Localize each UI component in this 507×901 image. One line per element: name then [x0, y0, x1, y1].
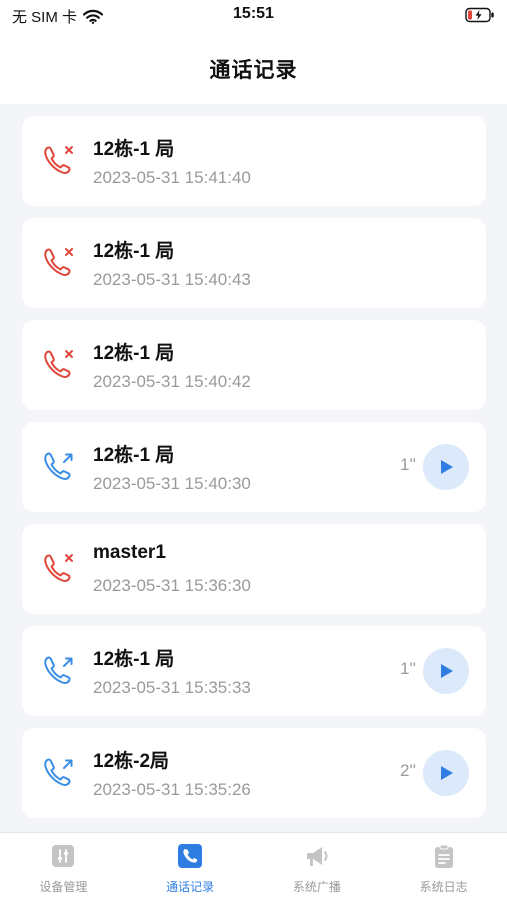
call-duration: 2'': [400, 761, 416, 780]
call-contact-name: master1: [93, 542, 166, 563]
tab-system-log[interactable]: 系统日志: [380, 833, 507, 901]
missed-call-icon: [44, 350, 73, 378]
call-log-list: 12栋-1 局 2023-05-31 15:41:40 12栋-1 局 2023-05…: [22, 116, 486, 830]
missed-call-icon: [44, 248, 73, 276]
tab-label: 系统日志: [419, 880, 468, 894]
call-contact-name: 12栋-1 局: [93, 139, 175, 160]
call-duration: 1'': [400, 659, 416, 678]
play-recording-button[interactable]: [423, 648, 469, 694]
play-recording-button[interactable]: [423, 750, 469, 796]
missed-call-icon: [44, 146, 73, 174]
tab-bar: 设备管理 通话记录 系统广播 系统日志: [0, 832, 507, 901]
play-icon: [441, 664, 453, 678]
tab-broadcast[interactable]: 系统广播: [254, 833, 381, 901]
call-record-item[interactable]: 12栋-1 局 2023-05-31 15:40:30 1'': [22, 422, 486, 512]
tab-label: 通话记录: [166, 880, 215, 894]
page-title: 通话记录: [209, 59, 298, 82]
tab-label: 设备管理: [39, 880, 88, 894]
call-record-item[interactable]: 12栋-1 局 2023-05-31 15:41:40: [22, 116, 486, 206]
call-timestamp: 2023-05-31 15:41:40: [93, 168, 251, 187]
call-contact-name: 12栋-2局: [93, 751, 170, 772]
play-icon: [441, 460, 453, 474]
system-log-icon: [434, 844, 453, 868]
call-timestamp: 2023-05-31 15:35:33: [93, 678, 251, 697]
call-contact-name: 12栋-1 局: [93, 445, 175, 466]
outgoing-call-icon: [44, 452, 73, 480]
outgoing-call-icon: [44, 656, 73, 684]
call-timestamp: 2023-05-31 15:40:42: [93, 372, 251, 391]
outgoing-call-icon: [44, 758, 73, 786]
call-record-item[interactable]: 12栋-2局 2023-05-31 15:35:26 2'': [22, 728, 486, 818]
play-recording-button[interactable]: [423, 444, 469, 490]
call-record-item[interactable]: 12栋-1 局 2023-05-31 15:40:42: [22, 320, 486, 410]
call-timestamp: 2023-05-31 15:35:26: [93, 780, 251, 799]
tab-label: 系统广播: [292, 880, 341, 894]
call-log-icon: [178, 844, 203, 868]
broadcast-icon: [306, 847, 328, 866]
call-record-item[interactable]: 12栋-1 局 2023-05-31 15:40:43: [22, 218, 486, 308]
battery-icon: [465, 7, 495, 28]
call-duration: 1'': [400, 455, 416, 474]
call-contact-name: 12栋-1 局: [93, 649, 175, 670]
status-bar: 无 SIM 卡 15:51: [0, 0, 507, 34]
call-timestamp: 2023-05-31 15:40:30: [93, 474, 251, 493]
nav-bar: 通话记录: [0, 34, 507, 104]
call-contact-name: 12栋-1 局: [93, 343, 175, 364]
call-timestamp: 2023-05-31 15:40:43: [93, 270, 251, 289]
call-record-item[interactable]: master1 2023-05-31 15:36:30: [22, 524, 486, 614]
status-time: 15:51: [233, 5, 274, 22]
device-manage-icon: [52, 845, 75, 867]
call-timestamp: 2023-05-31 15:36:30: [93, 576, 251, 595]
call-contact-name: 12栋-1 局: [93, 241, 175, 262]
call-record-item[interactable]: 12栋-1 局 2023-05-31 15:35:33 1'': [22, 626, 486, 716]
tab-device-manage[interactable]: 设备管理: [0, 833, 127, 901]
play-icon: [441, 766, 453, 780]
tab-call-log[interactable]: 通话记录: [127, 833, 254, 901]
missed-call-icon: [44, 554, 73, 582]
